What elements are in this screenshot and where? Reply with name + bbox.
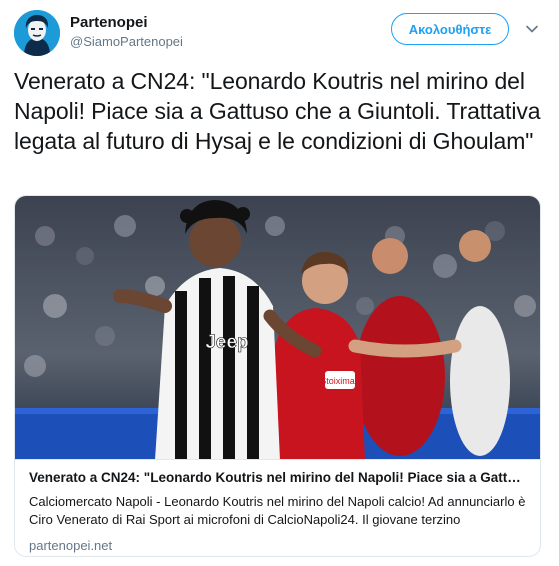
link-card[interactable]: Stoiximan Jeep Venerato a CN24: "Leonard… bbox=[14, 195, 541, 557]
handle[interactable]: @SiamoPartenopei bbox=[70, 33, 183, 51]
maradona-portrait-avatar-icon bbox=[14, 10, 60, 56]
follow-button[interactable]: Ακολουθήστε bbox=[391, 13, 509, 45]
card-domain[interactable]: partenopei.net bbox=[29, 537, 526, 555]
card-image[interactable]: Stoiximan Jeep bbox=[15, 196, 540, 460]
card-title[interactable]: Venerato a CN24: "Leonardo Koutris nel m… bbox=[29, 469, 526, 487]
card-body: Venerato a CN24: "Leonardo Koutris nel m… bbox=[15, 460, 540, 555]
avatar[interactable] bbox=[14, 10, 60, 56]
svg-text:Jeep: Jeep bbox=[205, 332, 248, 353]
chevron-down-icon[interactable] bbox=[524, 21, 540, 37]
tweet-header: Partenopei @SiamoPartenopei Ακολουθήστε bbox=[14, 10, 545, 56]
account-names: Partenopei @SiamoPartenopei bbox=[70, 13, 183, 51]
display-name[interactable]: Partenopei bbox=[70, 13, 183, 33]
svg-text:Stoiximan: Stoiximan bbox=[320, 376, 360, 386]
football-match-photo-icon: Stoiximan Jeep bbox=[15, 196, 540, 459]
tweet-text: Venerato a CN24: "Leonardo Koutris nel m… bbox=[14, 68, 541, 154]
card-description: Calciomercato Napoli - Leonardo Koutris … bbox=[29, 494, 526, 527]
